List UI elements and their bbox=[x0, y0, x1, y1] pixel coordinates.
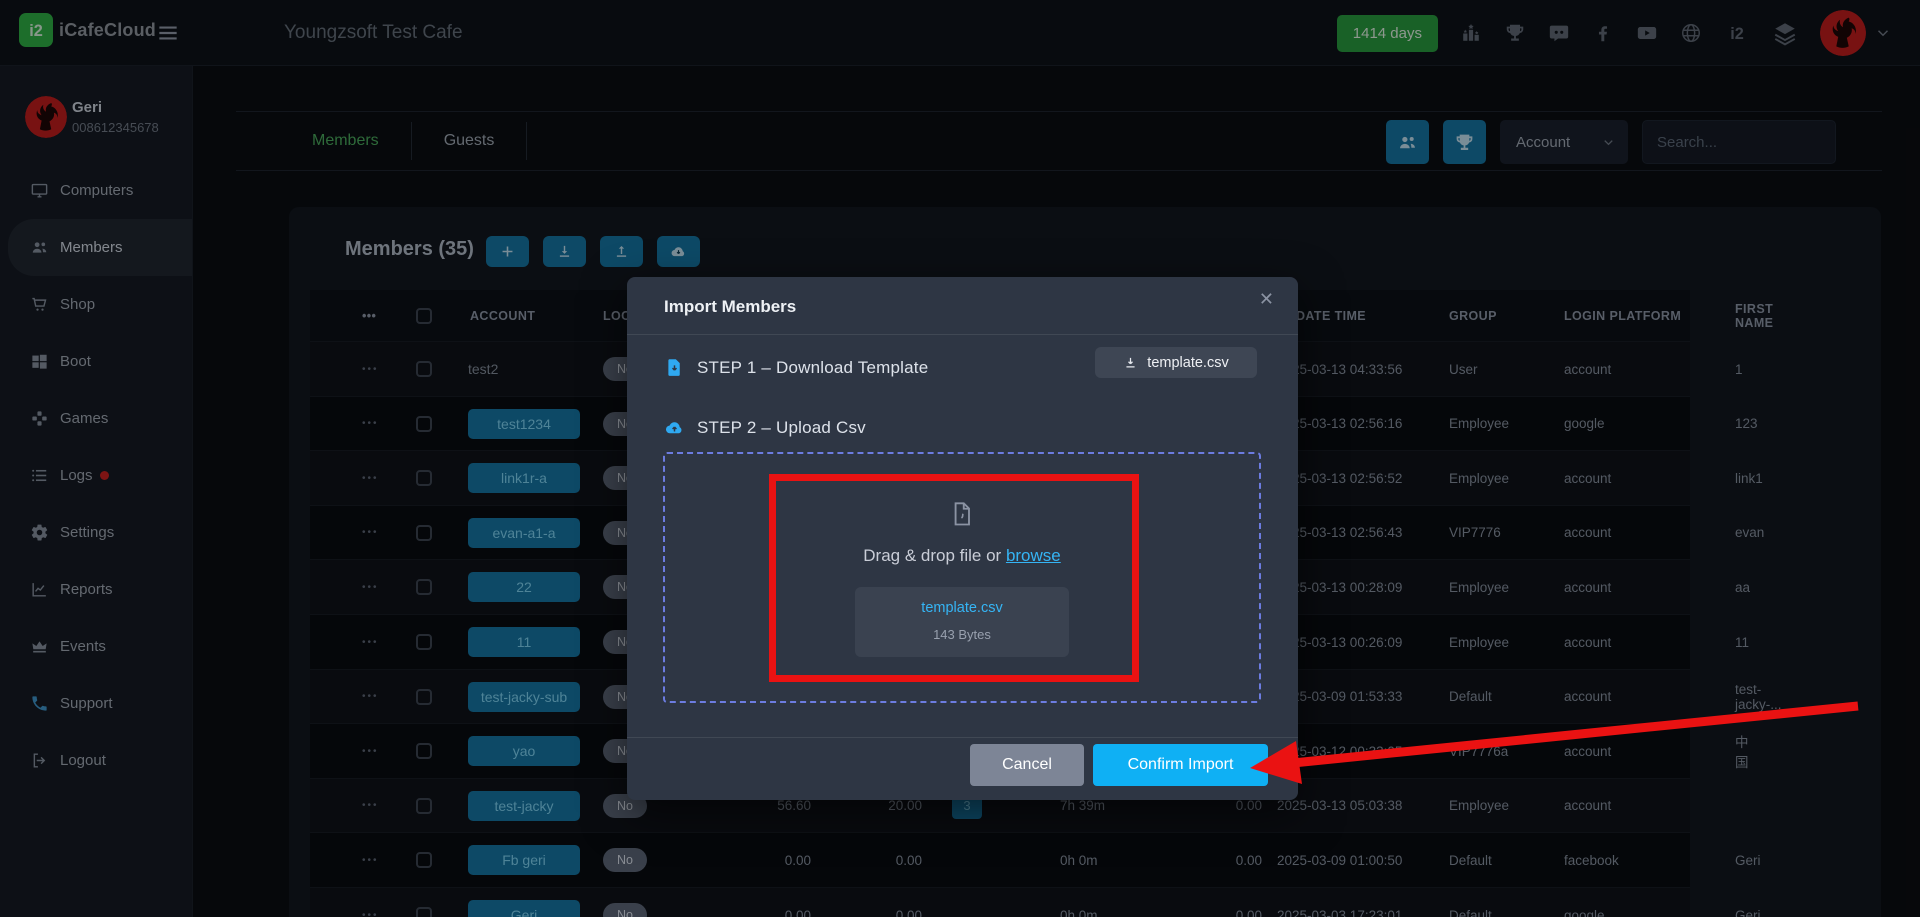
cancel-button[interactable]: Cancel bbox=[970, 744, 1084, 786]
annotation-red-rectangle bbox=[769, 474, 1139, 682]
modal-title: Import Members bbox=[664, 297, 796, 317]
template-button-label: template.csv bbox=[1147, 355, 1228, 371]
step1-row: STEP 1 – Download Template bbox=[664, 357, 928, 378]
cloud-upload-icon bbox=[664, 417, 685, 438]
step1-label: STEP 1 – Download Template bbox=[697, 358, 928, 378]
app-root: i2 iCafeCloud Youngzsoft Test Cafe 1414 … bbox=[0, 0, 1920, 917]
close-icon[interactable]: ✕ bbox=[1259, 289, 1274, 310]
step2-row: STEP 2 – Upload Csv bbox=[664, 417, 866, 438]
confirm-import-button[interactable]: Confirm Import bbox=[1093, 744, 1268, 786]
divider bbox=[627, 737, 1298, 738]
step2-label: STEP 2 – Upload Csv bbox=[697, 418, 866, 438]
download-icon bbox=[1123, 355, 1138, 370]
file-download-icon bbox=[664, 357, 685, 378]
divider bbox=[627, 334, 1298, 335]
download-template-button[interactable]: template.csv bbox=[1095, 347, 1257, 378]
